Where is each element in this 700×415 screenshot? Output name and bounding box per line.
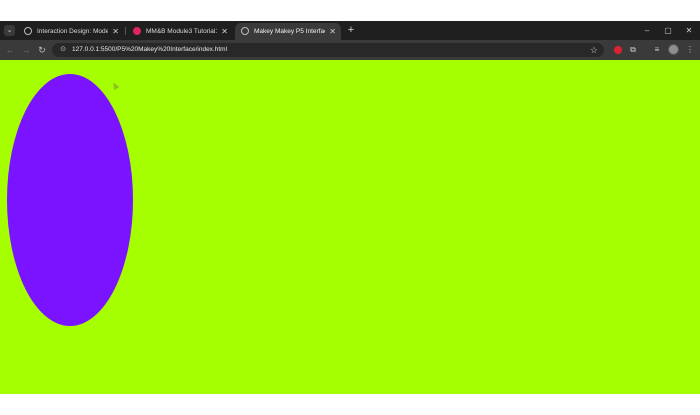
youtube-icon: [133, 27, 141, 35]
extension-icon[interactable]: [614, 46, 622, 54]
page-canvas[interactable]: [0, 60, 700, 394]
browser-toolbar: ← → ↻ ⊙ 127.0.0.1:5500/P5%20Makey%20Inte…: [0, 40, 700, 60]
tab-interaction-design[interactable]: Interaction Design: Modelling ✕: [18, 23, 124, 40]
puzzle-icon[interactable]: ⧉: [627, 44, 639, 56]
tab-label: MM&B Module3 Tutorial1 - Yo: [146, 28, 217, 35]
tab-mmb-tutorial[interactable]: MM&B Module3 Tutorial1 - Yo ✕: [127, 23, 233, 40]
forward-button[interactable]: →: [20, 43, 32, 57]
tab-makey-makey[interactable]: Makey Makey P5 Interface ✕: [235, 23, 341, 40]
browser-window: ⌄ Interaction Design: Modelling ✕ MM&B M…: [0, 21, 700, 394]
address-bar[interactable]: ⊙ 127.0.0.1:5500/P5%20Makey%20Interface/…: [52, 43, 604, 57]
new-tab-button[interactable]: +: [345, 23, 357, 38]
back-button[interactable]: ←: [4, 43, 16, 57]
site-info-icon[interactable]: ⊙: [58, 45, 68, 55]
close-tab-icon[interactable]: ✕: [112, 23, 119, 40]
minimize-button[interactable]: –: [637, 23, 657, 38]
reload-button[interactable]: ↻: [36, 43, 48, 57]
tab-strip: ⌄ Interaction Design: Modelling ✕ MM&B M…: [0, 21, 700, 40]
globe-icon: [241, 27, 249, 35]
kebab-menu-icon[interactable]: ⋮: [684, 44, 696, 56]
tab-separator: [125, 27, 126, 35]
globe-icon: [24, 27, 32, 35]
maximize-button[interactable]: ▢: [658, 23, 678, 38]
close-window-button[interactable]: ✕: [679, 23, 699, 38]
tab-search-icon[interactable]: ⌄: [4, 25, 15, 36]
url-text[interactable]: 127.0.0.1:5500/P5%20Makey%20Interface/in…: [72, 43, 227, 57]
media-icon[interactable]: ≡: [651, 44, 663, 56]
tab-label: Interaction Design: Modelling: [37, 28, 108, 35]
profile-icon[interactable]: [668, 44, 679, 55]
mouse-cursor: [110, 80, 120, 91]
close-tab-icon[interactable]: ✕: [221, 23, 228, 40]
star-icon[interactable]: ☆: [590, 43, 598, 57]
tab-label: Makey Makey P5 Interface: [254, 28, 325, 35]
close-tab-icon[interactable]: ✕: [329, 23, 336, 40]
purple-ellipse: [7, 74, 133, 326]
